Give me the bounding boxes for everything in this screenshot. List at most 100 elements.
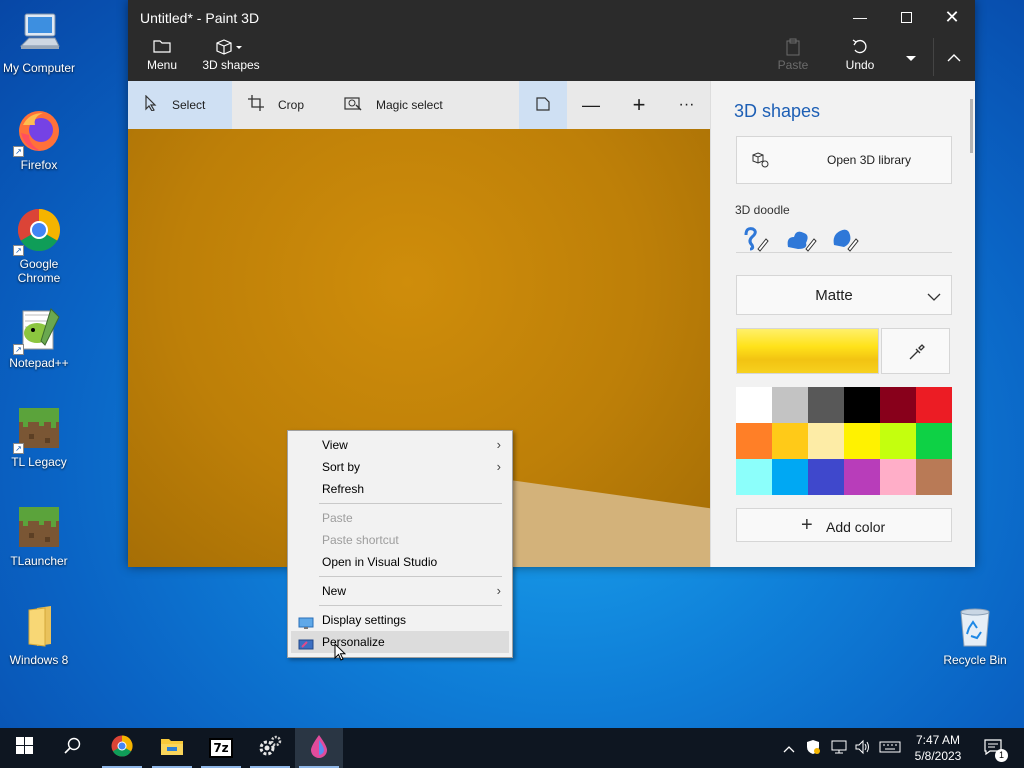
palette-swatch[interactable] xyxy=(916,387,952,423)
tray-security[interactable] xyxy=(805,728,821,768)
palette-swatch[interactable] xyxy=(844,423,880,459)
desktop-icon-windows-8[interactable]: Windows 8 xyxy=(1,602,77,667)
minimize-button[interactable]: — xyxy=(837,0,883,34)
material-dropdown[interactable]: Matte xyxy=(736,275,952,315)
tube-doodle-icon[interactable] xyxy=(828,225,862,256)
panel-scrollbar[interactable] xyxy=(970,99,973,153)
menu-item-label: Paste shortcut xyxy=(322,533,399,547)
zoom-in-button[interactable]: + xyxy=(615,81,663,129)
undo-button[interactable]: Undo xyxy=(842,38,878,72)
undo-icon xyxy=(842,38,878,58)
firefox-icon: ↗ xyxy=(13,107,63,157)
close-button[interactable]: ✕ xyxy=(929,0,975,34)
add-color-button[interactable]: + Add color xyxy=(736,508,952,542)
notepadpp-icon: ↗ xyxy=(13,305,63,355)
more-undo-dropdown[interactable] xyxy=(888,38,934,76)
eyedropper-button[interactable] xyxy=(881,328,950,374)
chevron-right-icon: › xyxy=(496,437,501,452)
notification-count-badge: 1 xyxy=(995,748,1008,762)
desktop-icon-tlauncher[interactable]: TLauncher xyxy=(1,503,77,568)
taskbar-chrome[interactable] xyxy=(98,728,146,768)
palette-swatch[interactable] xyxy=(844,459,880,495)
palette-swatch[interactable] xyxy=(916,423,952,459)
menu-item-paste-shortcut[interactable]: Paste shortcut xyxy=(291,529,509,551)
search-icon xyxy=(63,737,81,759)
palette-swatch[interactable] xyxy=(808,387,844,423)
chevron-right-icon: › xyxy=(496,583,501,598)
shortcut-arrow-icon: ↗ xyxy=(13,443,24,454)
show-hidden-icons-button[interactable] xyxy=(783,728,795,768)
taskbar-file-explorer[interactable] xyxy=(148,728,196,768)
action-center-button[interactable]: 1 xyxy=(984,728,1008,768)
magic-select-tool[interactable]: Magic select xyxy=(328,81,468,129)
more-options-button[interactable]: ··· xyxy=(663,81,710,129)
canvas-shape xyxy=(488,477,710,567)
desktop-icon-tl-legacy[interactable]: ↗ TL Legacy xyxy=(1,404,77,469)
7zip-icon: 7z xyxy=(209,738,233,758)
3d-view-toggle[interactable] xyxy=(519,81,567,129)
soft-edge-doodle-icon[interactable] xyxy=(784,225,818,256)
3d-shapes-button[interactable]: 3D shapes xyxy=(200,38,262,72)
maximize-button[interactable] xyxy=(883,0,929,34)
minimize-icon: — xyxy=(853,9,867,25)
select-tool[interactable]: Select xyxy=(128,81,232,129)
menu-item-display-settings[interactable]: Display settings xyxy=(291,609,509,631)
palette-swatch[interactable] xyxy=(880,423,916,459)
desktop-icon-label: Recycle Bin xyxy=(943,653,1007,667)
desktop-icon-label: My Computer xyxy=(2,61,76,75)
palette-swatch[interactable] xyxy=(808,423,844,459)
palette-swatch[interactable] xyxy=(736,423,772,459)
taskbar-clock[interactable]: 7:47 AM 5/8/2023 xyxy=(906,732,970,764)
crop-tool[interactable]: Crop xyxy=(232,81,324,129)
palette-swatch[interactable] xyxy=(916,459,952,495)
palette-swatch[interactable] xyxy=(772,387,808,423)
tray-network[interactable] xyxy=(830,728,848,768)
menu-item-view[interactable]: View › xyxy=(291,434,509,456)
menu-item-open-in-visual-studio[interactable]: Open in Visual Studio xyxy=(291,551,509,573)
menu-button[interactable]: Menu xyxy=(140,38,184,72)
folder-outline-icon xyxy=(140,38,184,58)
palette-swatch[interactable] xyxy=(772,423,808,459)
tray-keyboard[interactable] xyxy=(879,728,901,768)
palette-swatch[interactable] xyxy=(880,459,916,495)
desktop-icon-notepadpp[interactable]: ↗ Notepad++ xyxy=(1,305,77,370)
title-bar: Untitled* - Paint 3D — ✕ Menu 3D shapes … xyxy=(128,0,975,81)
paint3d-window: Untitled* - Paint 3D — ✕ Menu 3D shapes … xyxy=(128,0,975,567)
crop-icon xyxy=(248,95,264,115)
palette-swatch[interactable] xyxy=(772,459,808,495)
menu-separator xyxy=(319,503,502,504)
taskbar-settings-app[interactable] xyxy=(246,728,294,768)
open-3d-library-button[interactable]: Open 3D library xyxy=(736,136,952,184)
desktop-icon-recycle-bin[interactable]: Recycle Bin xyxy=(937,602,1013,667)
search-button[interactable] xyxy=(48,728,96,768)
taskbar-7zip[interactable]: 7z xyxy=(197,728,245,768)
zoom-out-button[interactable]: — xyxy=(567,81,615,129)
palette-swatch[interactable] xyxy=(808,459,844,495)
window-title: Untitled* - Paint 3D xyxy=(140,10,260,26)
shortcut-arrow-icon: ↗ xyxy=(13,146,24,157)
palette-swatch[interactable] xyxy=(736,459,772,495)
palette-swatch[interactable] xyxy=(736,387,772,423)
current-color-swatch[interactable] xyxy=(736,328,879,374)
palette-swatch[interactable] xyxy=(880,387,916,423)
desktop-icon-label: Firefox xyxy=(20,158,58,172)
menu-item-new[interactable]: New › xyxy=(291,580,509,602)
desktop-icon-label: Google Chrome xyxy=(17,257,61,285)
palette-swatch[interactable] xyxy=(844,387,880,423)
menu-separator xyxy=(319,576,502,577)
tray-volume[interactable] xyxy=(854,728,872,768)
collapse-ribbon-button[interactable] xyxy=(933,38,973,76)
desktop-icon-firefox[interactable]: ↗ Firefox xyxy=(1,107,77,172)
menu-item-personalize[interactable]: Personalize xyxy=(291,631,509,653)
file-explorer-icon xyxy=(160,736,184,761)
desktop-icon-label: TL Legacy xyxy=(11,455,67,469)
desktop-icon-my-computer[interactable]: My Computer xyxy=(1,10,77,75)
desktop-icon-google-chrome[interactable]: ↗ Google Chrome xyxy=(1,206,77,285)
sharp-edge-doodle-icon[interactable] xyxy=(740,225,770,256)
start-button[interactable] xyxy=(0,728,48,768)
menu-item-sort-by[interactable]: Sort by › xyxy=(291,456,509,478)
menu-item-refresh[interactable]: Refresh xyxy=(291,478,509,500)
taskbar-paint3d[interactable] xyxy=(295,728,343,768)
paste-button[interactable]: Paste xyxy=(776,38,810,72)
menu-item-paste[interactable]: Paste xyxy=(291,507,509,529)
